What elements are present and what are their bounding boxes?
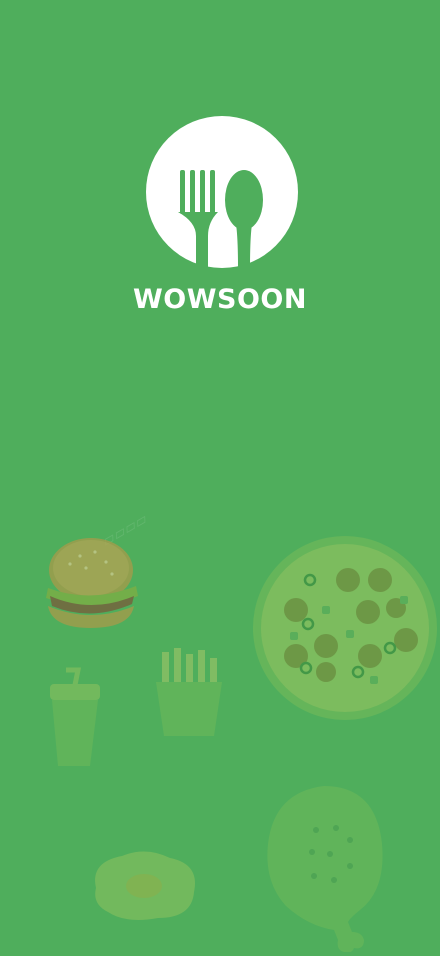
burger-icon	[46, 538, 138, 628]
fork-spoon-icon	[146, 116, 298, 268]
pizza-icon	[253, 536, 437, 720]
splash-screen: WOWSOON ▱▱▱▱	[0, 0, 440, 956]
fried-egg-icon	[95, 851, 195, 920]
brand-name: WOWSOON	[133, 284, 307, 315]
chicken-leg-icon	[267, 786, 383, 952]
fries-icon	[156, 648, 222, 736]
drink-cup-icon	[50, 667, 100, 766]
